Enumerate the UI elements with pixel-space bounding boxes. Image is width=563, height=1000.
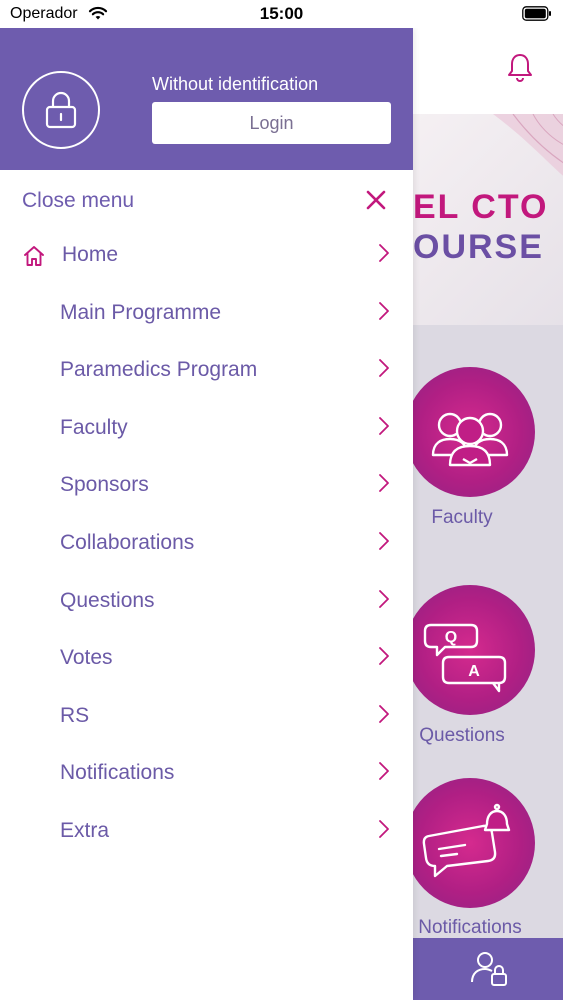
faculty-tile-label: Faculty (431, 507, 493, 528)
account-avatar (22, 71, 100, 149)
menu-item-main-programme[interactable]: Main Programme (0, 286, 413, 343)
notification-bubble-icon (422, 803, 511, 878)
menu-item-home[interactable]: Home (0, 228, 413, 285)
status-bar: Operador 15:00 (0, 0, 563, 28)
questions-tile[interactable]: Q A (405, 585, 535, 715)
faculty-tile[interactable] (405, 367, 535, 497)
chevron-right-icon (379, 647, 389, 666)
svg-text:Q: Q (445, 629, 457, 646)
app-header (413, 28, 563, 114)
qa-icon: Q A (423, 623, 507, 693)
bottom-bar (413, 938, 563, 1000)
faculty-icon (431, 412, 509, 467)
battery-icon (522, 6, 551, 21)
home-tiles: Faculty Q A Questions Notifications (405, 325, 563, 938)
chevron-right-icon (379, 301, 389, 320)
close-menu-label: Close menu (22, 189, 135, 212)
bell-icon[interactable] (506, 52, 534, 84)
menu-item-label: Sponsors (60, 473, 149, 497)
menu-item-votes[interactable]: Votes (0, 631, 413, 688)
menu-item-label: RS (60, 703, 90, 727)
notifications-tile[interactable] (405, 778, 535, 908)
chevron-right-icon (379, 532, 389, 550)
drawer-header: Without identification Login (0, 28, 413, 170)
menu-item-label: Extra (60, 819, 110, 842)
banner-title-line2: OURSE (413, 228, 544, 266)
menu-item-label: Votes (60, 646, 113, 670)
menu-item-faculty[interactable]: Faculty (0, 401, 413, 458)
menu-item-questions[interactable]: Questions (0, 574, 413, 631)
login-button[interactable]: Login (152, 102, 391, 144)
menu-item-label: Main Programme (60, 300, 222, 324)
side-menu-drawer: Without identification Login Close menu … (0, 28, 413, 1000)
chevron-right-icon (379, 704, 389, 723)
chevron-right-icon (379, 244, 389, 262)
status-time: 15:00 (259, 4, 304, 23)
identification-status: Without identification (152, 74, 319, 94)
menu-item-sponsors[interactable]: Sponsors (0, 458, 413, 515)
banner-title-line1: EL CTO (413, 188, 549, 226)
chevron-right-icon (379, 762, 389, 781)
menu-item-label: Home (62, 243, 119, 266)
menu-item-label: Notifications (60, 761, 175, 785)
banner-decoration (493, 114, 563, 176)
chevron-right-icon (379, 589, 389, 608)
lock-icon (45, 91, 77, 129)
menu-item-label: Paramedics Program (60, 358, 258, 382)
close-icon[interactable] (366, 190, 386, 210)
menu-item-paramedics-program[interactable]: Paramedics Program (0, 343, 413, 400)
chevron-right-icon (379, 820, 389, 838)
svg-text:A: A (468, 663, 480, 680)
menu-item-label: Collaborations (60, 531, 195, 554)
close-menu-row[interactable]: Close menu (0, 170, 413, 228)
menu-item-rs[interactable]: RS (0, 689, 413, 746)
user-lock-icon[interactable] (468, 948, 510, 990)
home-icon (24, 246, 44, 266)
notifications-tile-label: Notifications (418, 917, 522, 938)
menu-item-label: Questions (60, 588, 155, 612)
menu-item-notifications[interactable]: Notifications (0, 746, 413, 803)
menu-item-extra[interactable]: Extra (0, 804, 413, 861)
chevron-right-icon (379, 416, 389, 435)
questions-tile-label: Questions (419, 725, 505, 746)
course-banner: EL CTO OURSE (413, 114, 563, 325)
chevron-right-icon (379, 359, 389, 378)
chevron-right-icon (379, 474, 389, 493)
background-screen: EL CTO OURSE Faculty Q A Questions Notif… (405, 28, 563, 1000)
menu-item-label: Faculty (60, 415, 128, 439)
menu-item-collaborations[interactable]: Collaborations (0, 516, 413, 573)
